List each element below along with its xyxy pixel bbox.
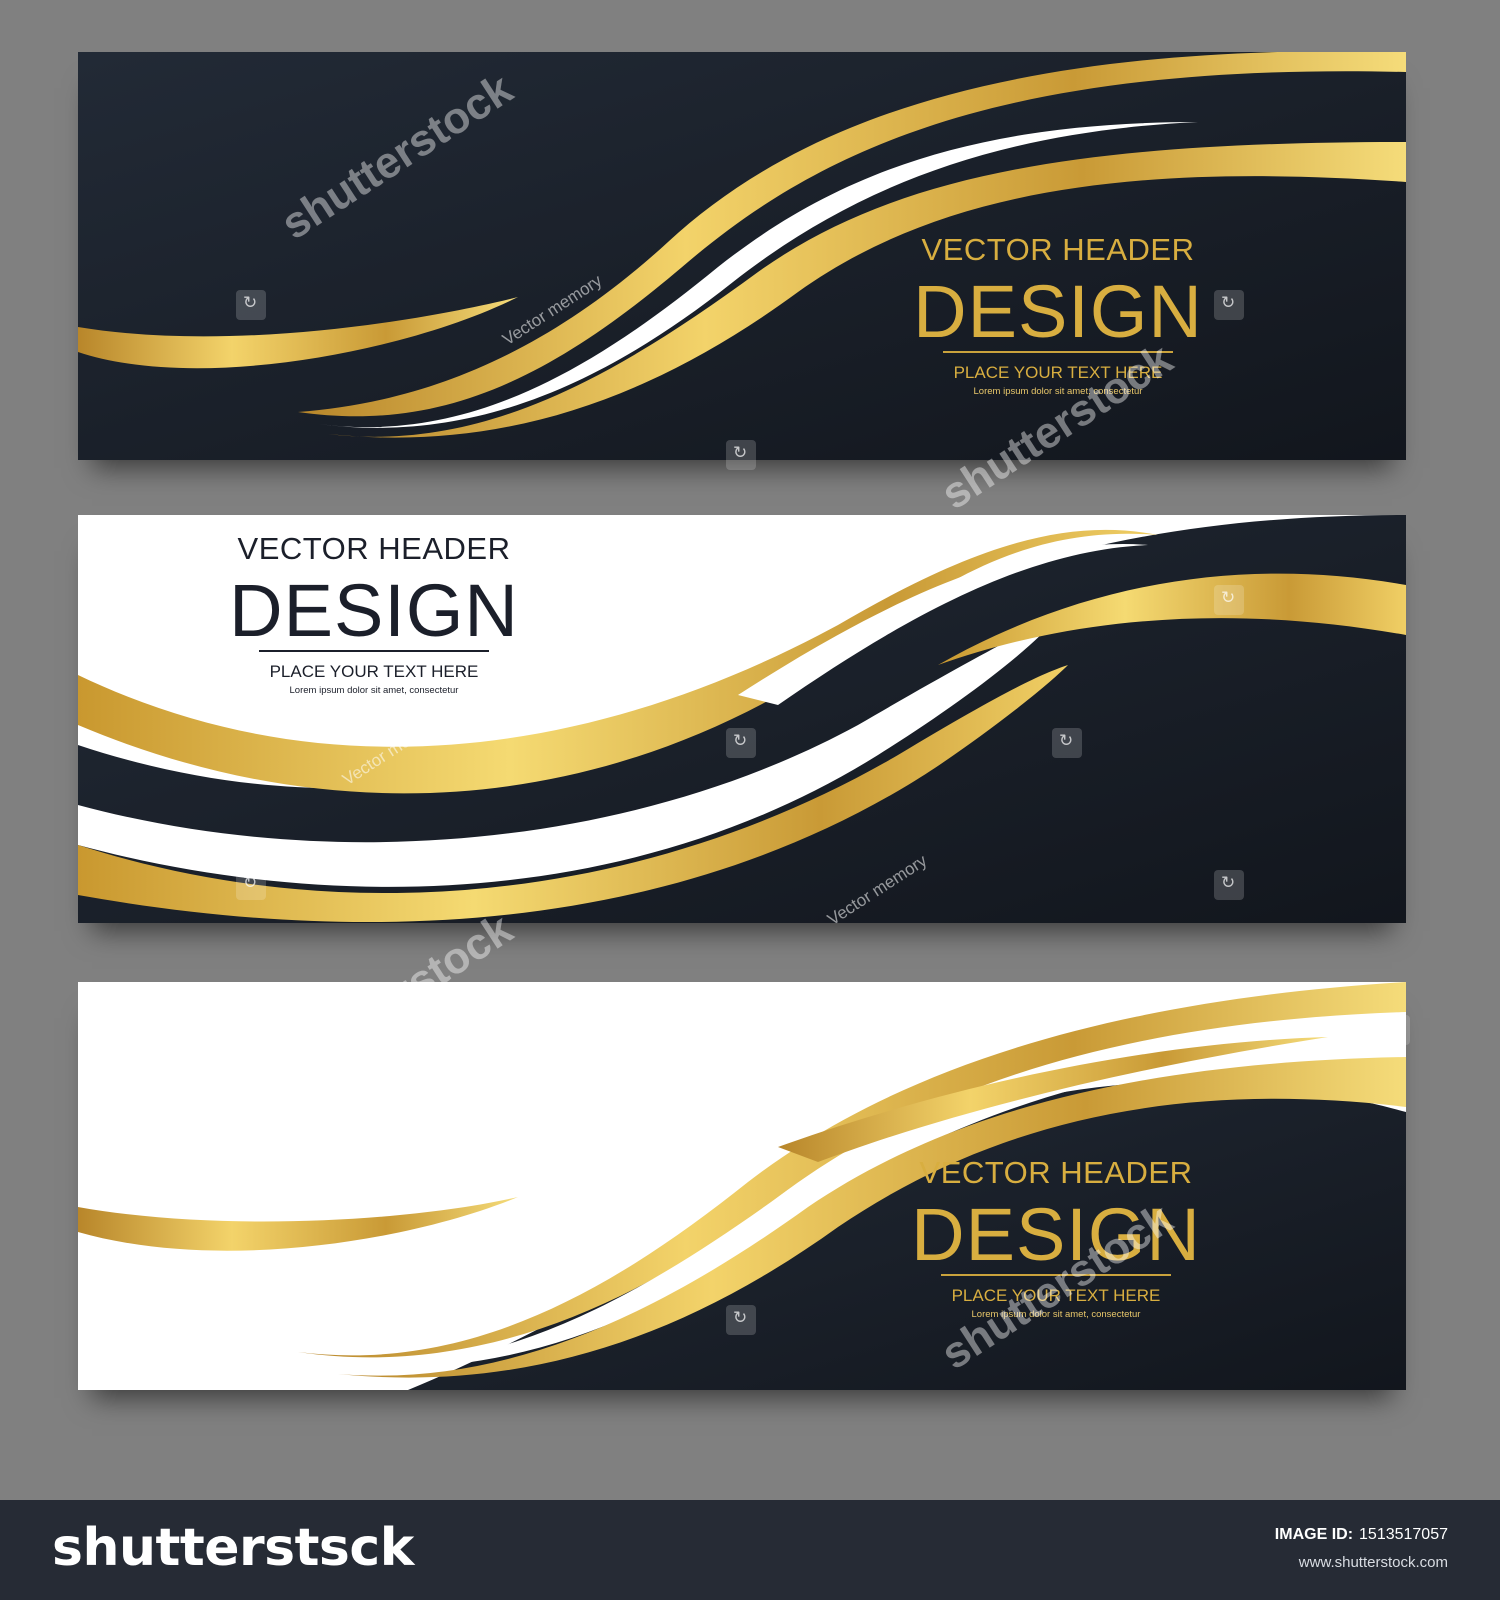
banner-dark-gold: VECTOR HEADER DESIGN PLACE YOUR TEXT HER…	[78, 52, 1406, 460]
footer-bar: shutterstsck IMAGE ID: 1513517057 www.shu…	[0, 1500, 1500, 1600]
banner-white-gold: VECTOR HEADER DESIGN PLACE YOUR TEXT HER…	[78, 982, 1406, 1390]
image-id-value: 1513517057	[1359, 1526, 1448, 1543]
banner-text-block: VECTOR HEADER DESIGN PLACE YOUR TEXT HER…	[896, 1157, 1216, 1320]
subtitle: PLACE YOUR TEXT HERE	[269, 662, 479, 681]
body-text: Lorem ipsum dolor sit amet, consectetur	[973, 386, 1143, 397]
shutterstock-logo: shutterstsck	[52, 1518, 414, 1578]
subtitle: PLACE YOUR TEXT HERE	[953, 363, 1163, 382]
title-design: DESIGN	[229, 569, 519, 652]
banner-text-block: VECTOR HEADER DESIGN PLACE YOUR TEXT HER…	[898, 234, 1218, 397]
title-design: DESIGN	[911, 1193, 1201, 1276]
header-line: VECTOR HEADER	[921, 232, 1195, 267]
image-id: IMAGE ID: 1513517057	[1275, 1526, 1448, 1544]
header-line: VECTOR HEADER	[919, 1155, 1193, 1190]
banner-text-block: VECTOR HEADER DESIGN PLACE YOUR TEXT HER…	[224, 533, 524, 696]
banner-white-left: VECTOR HEADER DESIGN PLACE YOUR TEXT HER…	[78, 515, 1406, 923]
image-id-label: IMAGE ID:	[1274, 1526, 1354, 1543]
body-text: Lorem ipsum dolor sit amet, consectetur	[289, 685, 459, 696]
body-text: Lorem ipsum dolor sit amet, consectetur	[971, 1309, 1141, 1320]
header-line: VECTOR HEADER	[237, 531, 511, 566]
footer-url: www.shutterstock.com	[1298, 1554, 1448, 1571]
subtitle: PLACE YOUR TEXT HERE	[951, 1286, 1161, 1305]
title-design: DESIGN	[913, 270, 1203, 353]
